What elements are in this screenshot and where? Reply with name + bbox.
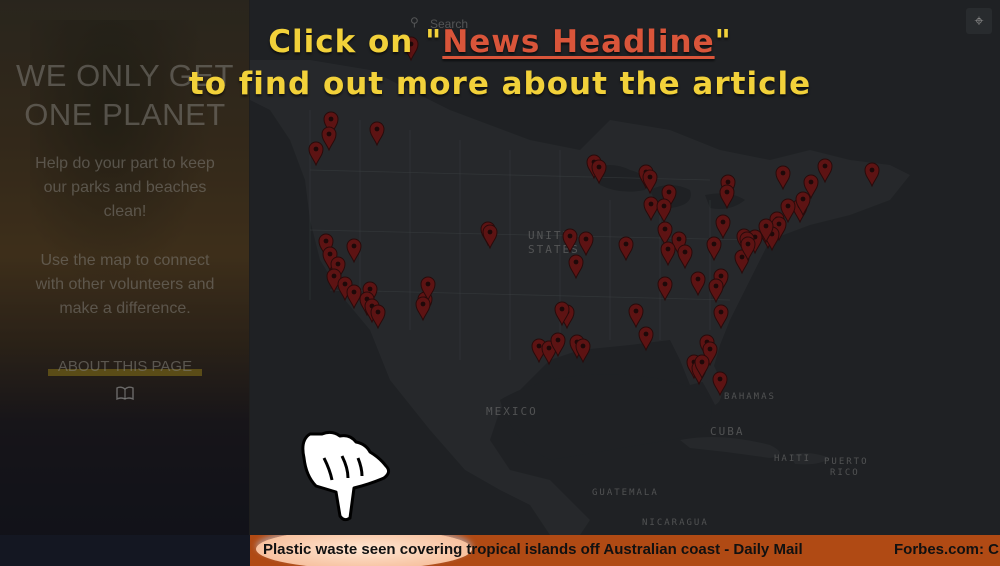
instruction-suffix: "	[714, 24, 732, 60]
map-marker[interactable]	[657, 221, 673, 247]
map-instructions-paragraph: Use the map to connect with other volunt…	[20, 249, 230, 321]
instructions-line: with other volunteers and	[35, 276, 215, 293]
map-marker[interactable]	[677, 244, 693, 270]
intro-paragraph: Help do your part to keep our parks and …	[20, 152, 230, 224]
map-marker[interactable]	[656, 198, 672, 224]
map-marker[interactable]	[568, 254, 584, 280]
map-marker[interactable]	[660, 241, 676, 267]
map-marker[interactable]	[690, 271, 706, 297]
instruction-prefix: Click on "	[268, 24, 443, 60]
news-headline-link[interactable]: Forbes.com: C	[894, 541, 999, 558]
instructions-line: Use the map to connect	[40, 252, 210, 269]
instruction-line1: Click on "News Headline"	[0, 22, 1000, 62]
map-marker[interactable]	[415, 296, 431, 322]
map-marker[interactable]	[562, 228, 578, 254]
map-marker[interactable]	[706, 236, 722, 262]
map-marker[interactable]	[712, 371, 728, 397]
news-headline-link[interactable]: Plastic waste seen covering tropical isl…	[263, 541, 803, 558]
map-marker[interactable]	[618, 236, 634, 262]
map-marker[interactable]	[775, 165, 791, 191]
map-marker[interactable]	[643, 196, 659, 222]
intro-line: Help do your part to keep	[35, 155, 215, 172]
instructions-line: make a difference.	[59, 300, 191, 317]
map-marker[interactable]	[369, 121, 385, 147]
map-marker[interactable]	[817, 158, 833, 184]
instruction-line2: to find out more about the article	[188, 66, 812, 102]
map-marker[interactable]	[638, 326, 654, 352]
map-marker[interactable]	[591, 159, 607, 185]
intro-line: clean!	[103, 203, 147, 220]
map-marker[interactable]	[370, 304, 386, 330]
news-ticker: Plastic waste seen covering tropical isl…	[0, 535, 1000, 566]
map-marker[interactable]	[708, 278, 724, 304]
map-marker[interactable]	[657, 276, 673, 302]
tutorial-instruction: Click on "News Headline" to find out mor…	[0, 22, 1000, 106]
map-marker[interactable]	[864, 162, 880, 188]
map-marker[interactable]	[715, 214, 731, 240]
news-headline-link-text: News Headline	[442, 24, 715, 60]
map-marker[interactable]	[482, 224, 498, 250]
map-marker[interactable]	[346, 284, 362, 310]
book-icon[interactable]	[114, 386, 136, 404]
intro-line: our parks and beaches	[43, 179, 207, 196]
map-marker[interactable]	[308, 141, 324, 167]
ticker-sidebar-cover	[0, 535, 250, 566]
map-marker[interactable]	[628, 303, 644, 329]
map-marker[interactable]	[321, 126, 337, 152]
map-marker[interactable]	[578, 231, 594, 257]
map-marker[interactable]	[719, 184, 735, 210]
about-this-page-link[interactable]: ABOUT THIS PAGE	[48, 356, 202, 378]
map-marker[interactable]	[642, 169, 658, 195]
map-marker[interactable]	[575, 338, 591, 364]
map-marker[interactable]	[713, 304, 729, 330]
pointing-hand-icon	[296, 428, 394, 522]
map-marker[interactable]	[346, 238, 362, 264]
